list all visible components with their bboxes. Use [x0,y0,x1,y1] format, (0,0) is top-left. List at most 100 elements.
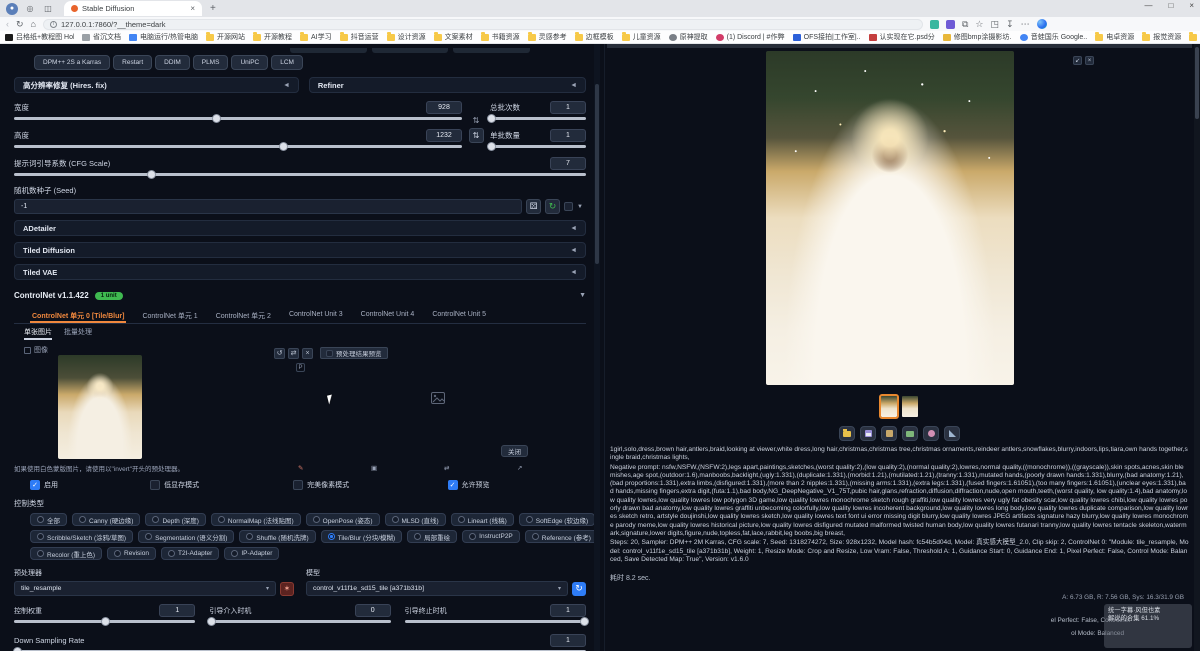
controlnet-model-select[interactable]: control_v11f1e_sd15_tile [a371b31b] ▾ [306,581,568,596]
bookmark[interactable]: 设计资源 [387,32,426,42]
seed-extra-arrow-icon[interactable]: ▼ [577,204,583,210]
mirror-webcam-icon[interactable]: ⇄ [444,464,509,472]
width-value[interactable]: 928 [426,101,462,114]
window-maximize-button[interactable]: □ [1168,1,1173,10]
tiled-vae-accordion[interactable]: Tiled VAE ◄ [14,264,586,280]
home-icon[interactable]: ⌂ [31,20,36,29]
batch-size-slider[interactable] [490,145,586,148]
close-gallery-icon[interactable]: × [1085,56,1094,65]
back-icon[interactable]: ‹ [6,20,9,29]
reuse-seed-button[interactable]: ↻ [545,199,560,214]
guidance-start-slider[interactable] [209,620,390,623]
sampler-ddim[interactable]: DDIM [155,55,190,70]
bookmark[interactable]: 文案素材 [434,32,473,42]
enable-checkbox[interactable]: ✓ [30,480,40,490]
control-type-openpose[interactable]: OpenPose (姿态) [306,513,380,526]
control-type-depth[interactable]: Depth (深度) [145,513,205,526]
tiled-diffusion-accordion[interactable]: Tiled Diffusion ◄ [14,242,586,258]
refresh-models-button[interactable]: ↻ [572,582,586,596]
sampler-plms[interactable]: PLMS [193,55,229,70]
extension-icon-1[interactable] [930,20,939,29]
sampler-unipc[interactable]: UniPC [231,55,268,70]
bookmark[interactable]: (1) Discord | #作弊|.. [716,32,785,42]
hires-fix-accordion[interactable]: 高分辨率修复 (Hires. fix) ◄ [14,77,299,93]
favorites-icon[interactable]: ☆ [975,20,983,29]
controlnet-image-dropzone[interactable]: 图像 [14,343,266,461]
allow-preview-option[interactable]: ✓ 允许预览 [432,480,575,490]
page-scrollbar[interactable] [1194,44,1200,651]
bookmark[interactable]: 电脑运行/热管电脑.. [129,32,198,42]
control-type-ip-adapter[interactable]: IP-Adapter [224,547,279,560]
control-type-reference[interactable]: Reference (参考) [525,530,594,543]
bookmark[interactable]: 认实现在它.psd分 [869,32,935,42]
bookmark[interactable]: 儿童资源 [622,32,661,42]
controlnet-accordion[interactable]: ControlNet v1.1.422 1 unit ▼ [14,288,586,303]
window-close-button[interactable]: × [1189,1,1194,10]
bookmark[interactable]: 原神提取 [669,32,708,42]
lowvram-checkbox[interactable] [150,480,160,490]
bookmark[interactable]: 开源网站 [206,32,245,42]
control-type-tile-blur[interactable]: Tile/Blur (分块/模糊) [321,530,403,543]
workspaces-icon[interactable]: ◎ [24,3,36,15]
controlnet-unit-3-tab[interactable]: ControlNet Unit 3 [287,309,345,323]
down-sampling-value[interactable]: 1 [550,634,586,647]
control-type-softedge[interactable]: SoftEdge (软边缘) [519,513,594,526]
height-value[interactable]: 1232 [426,129,462,142]
copilot-icon[interactable] [1037,19,1047,29]
batch-count-slider[interactable] [490,117,586,120]
bookmark[interactable]: 音蛙国乐 Google.. [1020,32,1087,42]
control-type-inpaint[interactable]: 局部重绘 [407,530,457,543]
new-tab-button[interactable]: + [210,3,216,14]
control-type-normalmap[interactable]: NormalMap (法线贴图) [211,513,301,526]
preprocessor-preview-box[interactable]: ↺ ⇄ × 预处理结果预览 P 关闭 [266,343,586,461]
allow-preview-checkbox[interactable]: ✓ [448,480,458,490]
lowvram-option[interactable]: 低显存模式 [134,480,277,490]
enable-option[interactable]: ✓ 启用 [14,480,134,490]
guidance-start-value[interactable]: 0 [355,604,391,617]
control-type-recolor[interactable]: Recolor (重上色) [30,547,102,560]
bookmark[interactable]: 修图bmp涂摄影坊.. [943,32,1012,42]
sampler-restart[interactable]: Restart [113,55,152,70]
tab-list-icon[interactable]: ◫ [42,3,54,15]
batch-tab[interactable]: 批量处理 [64,327,92,340]
bookmark[interactable]: 电卓资源 [1095,32,1134,42]
site-info-icon[interactable]: i [50,21,57,28]
batch-count-value[interactable]: 1 [550,101,586,114]
bookmark[interactable]: 边框模板 [575,32,614,42]
browser-tab[interactable]: Stable Diffusion × [64,1,202,16]
send-to-img2img-button[interactable] [902,426,918,441]
pin-icon[interactable]: P [296,363,305,372]
save-zip-button[interactable] [881,426,897,441]
controlnet-input-image[interactable] [58,355,142,459]
pixel-perfect-checkbox[interactable] [293,480,303,490]
bookmark[interactable]: 省沉文档 [82,32,121,42]
seed-input[interactable]: -1 [14,199,522,214]
control-type-mlsd[interactable]: MLSD (直线) [385,513,446,526]
control-type-instructp2p[interactable]: InstructP2P [462,530,520,543]
control-weight-slider[interactable] [14,620,195,623]
bookmark[interactable]: AI学习 [300,32,332,42]
controlnet-unit-5-tab[interactable]: ControlNet Unit 5 [430,309,488,323]
window-minimize-button[interactable]: — [1144,1,1152,10]
height-slider[interactable] [14,145,462,148]
swap-preview-icon[interactable]: ⇄ [288,348,299,359]
browser-menu-icon[interactable]: ⋯ [1021,20,1030,29]
cfg-value[interactable]: 7 [550,157,586,170]
single-image-tab[interactable]: 单张图片 [24,327,52,340]
pixel-perfect-option[interactable]: 完美像素模式 [277,480,431,490]
settings-scrollbar[interactable] [594,44,600,651]
random-seed-button[interactable]: ⚄ [526,199,541,214]
bookmark[interactable]: 灵感参考 [528,32,567,42]
swap-dimensions-button[interactable]: ⇅ [469,128,484,143]
sampler-dpm2sa-karras[interactable]: DPM++ 2S a Karras [34,55,110,70]
controlnet-unit-1-tab[interactable]: ControlNet 单元 1 [140,309,199,323]
extra-seed-checkbox[interactable] [564,202,573,211]
control-type-segmentation[interactable]: Segmentation (语义分割) [138,530,234,543]
bookmark[interactable]: 抖音运营 [340,32,379,42]
thumbnail-2[interactable] [902,396,918,417]
controlnet-unit-0-tab[interactable]: ControlNet 单元 0 [Tile/Blur] [30,309,126,323]
extension-icon-2[interactable] [946,20,955,29]
bookmark[interactable]: 吕格纸+教程图 Hol.. [5,32,74,42]
tab-close-icon[interactable]: × [190,4,195,13]
bookmark[interactable]: 标配资源 [1189,32,1200,42]
